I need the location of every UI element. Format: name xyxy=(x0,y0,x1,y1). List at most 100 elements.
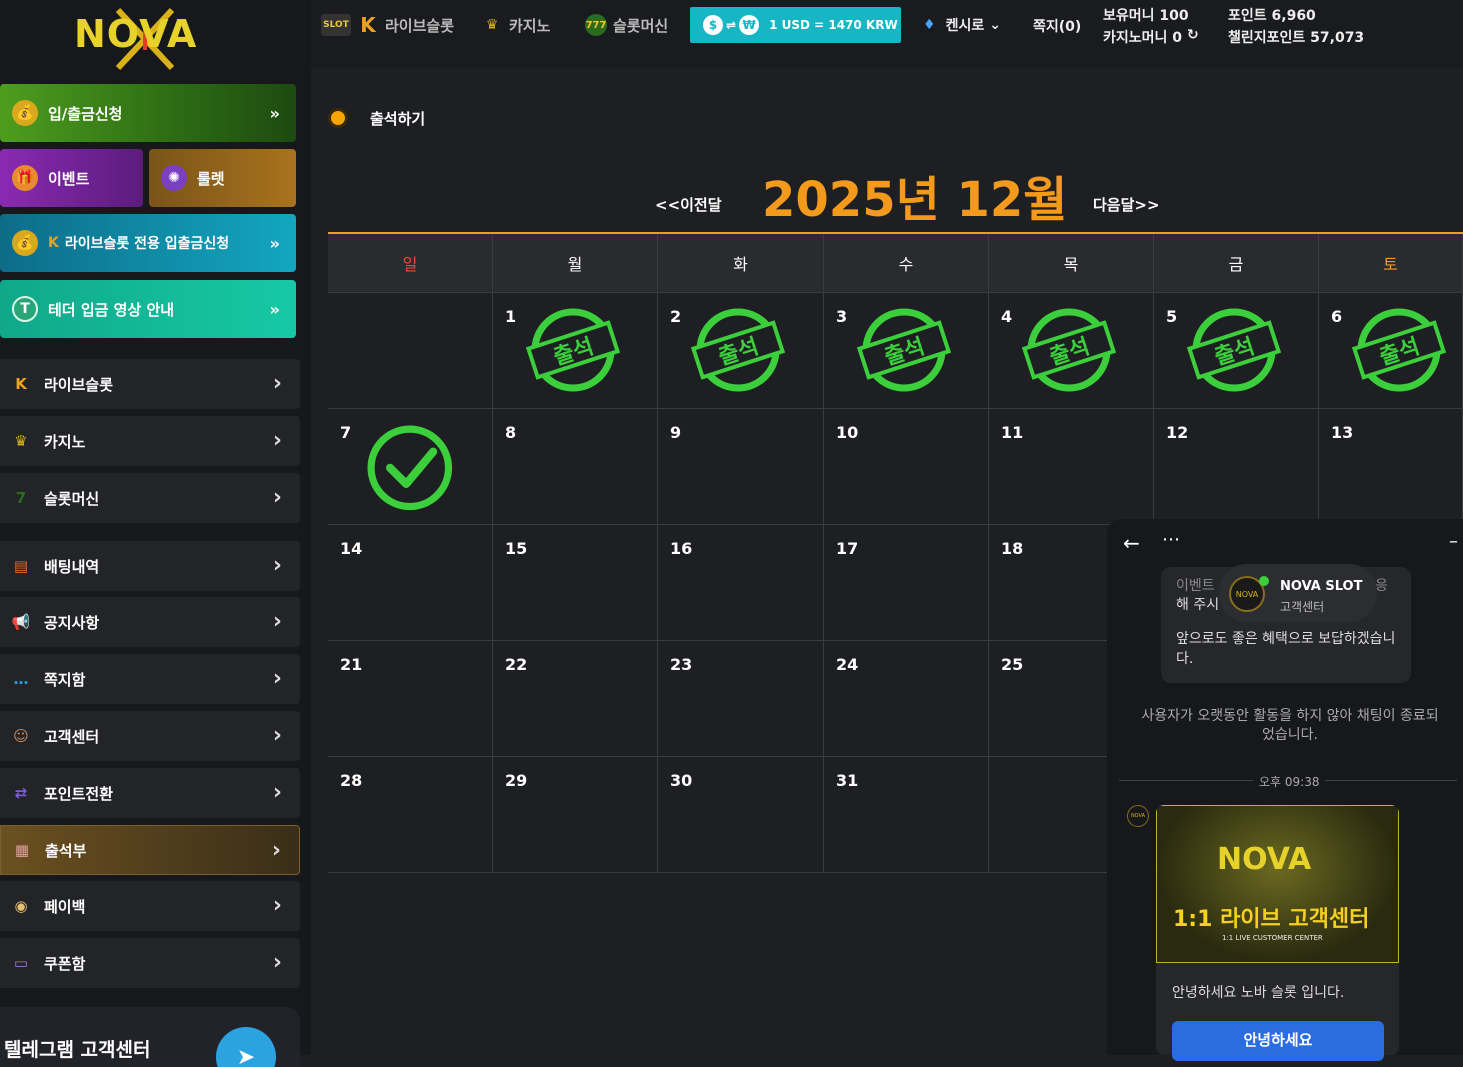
back-arrow-icon[interactable]: ← xyxy=(1123,531,1140,555)
chevron-right-icon: › xyxy=(272,780,282,805)
agent-small-avatar: NOVA xyxy=(1127,805,1149,827)
banner-title: 1:1 라이브 고객센터 xyxy=(1173,907,1370,932)
calendar-day-cell: 6 출석 xyxy=(1319,293,1463,409)
day-number: 7 xyxy=(340,423,352,442)
tether-icon: T xyxy=(12,296,38,322)
sidebar-item-9[interactable]: ◉ 페이백 › xyxy=(0,881,300,931)
chevron-right-icon: › xyxy=(272,485,282,510)
refresh-icon[interactable]: ↻ xyxy=(1187,27,1199,47)
calendar-day-cell: 13 xyxy=(1319,409,1463,525)
day-number: 11 xyxy=(1001,423,1024,442)
calendar-day-cell xyxy=(328,293,493,409)
sidebar-item-3[interactable]: ▤ 배팅내역 › xyxy=(0,541,300,591)
attendance-stamp-icon: 출석 xyxy=(690,308,786,392)
calendar-day-cell: 23 xyxy=(658,641,824,757)
sidebar-item-2[interactable]: 7 슬롯머신 › xyxy=(0,473,300,523)
minimize-icon[interactable]: – xyxy=(1449,531,1458,552)
calendar-day-cell: 8 xyxy=(493,409,658,525)
tether-guide-button[interactable]: T 테더 입금 영상 안내 » xyxy=(0,280,296,338)
sidebar-item-1[interactable]: ♛ 카지노 › xyxy=(0,416,300,466)
attendance-stamp-icon: 출석 xyxy=(1021,308,1117,392)
system-message: 사용자가 오랫동안 활동을 하지 않아 채팅이 종료되었습니다. xyxy=(1141,708,1439,743)
exchange-icon: ⇄ xyxy=(14,784,28,802)
cashier-label: 켄시로 xyxy=(945,18,985,34)
quick-reply-button[interactable]: 안녕하세요 xyxy=(1172,1021,1384,1061)
banner-subtitle: 1:1 LIVE CUSTOMER CENTER xyxy=(1222,934,1323,942)
sidebar-item-label: 공지사항 xyxy=(44,613,100,632)
nav-slot-machine[interactable]: 777 슬롯머신 xyxy=(585,14,668,36)
sidebar-item-4[interactable]: 📢 공지사항 › xyxy=(0,597,300,647)
calendar-header: 일월화수목금토 xyxy=(328,234,1463,293)
day-number: 16 xyxy=(670,539,693,558)
attendance-stamp-icon: 출석 xyxy=(1351,308,1447,392)
tether-label: 테더 입금 영상 안내 xyxy=(48,300,175,319)
sidebar-item-10[interactable]: ▭ 쿠폰함 › xyxy=(0,938,300,988)
sidebar-item-label: 슬롯머신 xyxy=(44,489,100,508)
messages-link[interactable]: 쪽지(0) xyxy=(1033,16,1081,36)
sidebar-item-6[interactable]: ☺ 고객센터 › xyxy=(0,711,300,761)
event-button[interactable]: 🎁 이벤트 xyxy=(0,149,143,207)
calendar-day-cell: 16 xyxy=(658,525,824,641)
prev-month-link[interactable]: <<이전달 xyxy=(655,194,722,215)
telegram-label: 텔레그램 고객센터 xyxy=(4,1039,151,1061)
nav-casino[interactable]: ♛ 카지노 xyxy=(481,14,551,36)
weekday-header: 월 xyxy=(493,234,658,293)
banner-logo: NOVA xyxy=(1217,842,1312,877)
day-number: 15 xyxy=(505,539,528,558)
nova-logo[interactable]: NOVA xyxy=(70,6,220,71)
sidebar-item-label: 포인트전환 xyxy=(44,784,114,803)
sidebar-item-label: 쿠폰함 xyxy=(44,954,86,973)
live-slot-deposit-button[interactable]: 💰 K 라이브슬롯 전용 입출금신청 » xyxy=(0,214,296,272)
calendar-day-cell: 10 xyxy=(824,409,989,525)
challenge-points-text: 챌린지포인트 57,073 xyxy=(1228,30,1365,46)
checkmark-icon xyxy=(367,425,453,511)
day-number: 2 xyxy=(670,307,682,326)
exchange-rate-text: 1 USD = 1470 KRW xyxy=(769,18,898,32)
more-options-icon[interactable]: ⋯ xyxy=(1162,529,1181,550)
support-banner-image: NOVA 1:1 라이브 고객센터 1:1 LIVE CUSTOMER CENT… xyxy=(1156,805,1399,963)
agent-card: NOVA NOVA SLOT 고객센터 xyxy=(1219,564,1377,622)
sidebar: NOVA 💰 입/출금신청 » 🎁 이벤트 ✺ 룰렛 💰 K 라이브슬롯 전용 … xyxy=(0,0,311,1067)
nav-live-slot[interactable]: SLOT K 라이브슬롯 xyxy=(321,13,454,37)
exchange-rate-badge: $ ⇌ ₩ 1 USD = 1470 KRW xyxy=(690,7,901,43)
roulette-label: 룰렛 xyxy=(197,169,225,188)
deposit-withdraw-button[interactable]: 💰 입/출금신청 » xyxy=(0,84,296,142)
attendance-calendar: 일월화수목금토 1 출석 2 출석 3 출석 4 출석 5 출석 6 출석 7 8 9 10 11 12 13 14 1… xyxy=(328,232,1463,873)
day-number: 24 xyxy=(836,655,859,674)
chevron-right-icon: › xyxy=(272,723,282,748)
day-number: 21 xyxy=(340,655,363,674)
calendar-day-cell: 11 xyxy=(989,409,1154,525)
telegram-support-banner[interactable]: 텔레그램 고객센터 ➤ xyxy=(0,1007,300,1067)
day-number: 25 xyxy=(1001,655,1024,674)
calendar-day-cell: 30 xyxy=(658,757,824,873)
chevron-down-icon: ⌄ xyxy=(989,17,1001,33)
next-month-link[interactable]: 다음달>> xyxy=(1093,194,1160,215)
attendance-stamp-icon: 출석 xyxy=(525,308,621,392)
sidebar-item-0[interactable]: K 라이브슬롯 › xyxy=(0,359,300,409)
chevron-right-icon: › xyxy=(272,428,282,453)
swap-icon: ⇌ xyxy=(726,18,737,32)
deposit-label: 입/출금신청 xyxy=(48,104,123,123)
weekday-header: 수 xyxy=(824,234,989,293)
day-number: 8 xyxy=(505,423,517,442)
roulette-button[interactable]: ✺ 룰렛 xyxy=(149,149,296,207)
chevron-right-icon: › xyxy=(272,950,282,975)
calendar-day-cell: 21 xyxy=(328,641,493,757)
message-icon: … xyxy=(13,670,29,688)
sidebar-item-5[interactable]: … 쪽지함 › xyxy=(0,654,300,704)
roulette-icon: ✺ xyxy=(161,165,187,191)
calendar-day-cell: 29 xyxy=(493,757,658,873)
sidebar-item-7[interactable]: ⇄ 포인트전환 › xyxy=(0,768,300,818)
double-chevron-icon: » xyxy=(269,299,280,319)
calendar-day-cell: 17 xyxy=(824,525,989,641)
calendar-day-cell: 14 xyxy=(328,525,493,641)
weekday-header: 금 xyxy=(1154,234,1319,293)
online-status-icon xyxy=(1259,576,1269,586)
sidebar-item-8[interactable]: ▦ 출석부 › xyxy=(0,825,300,875)
day-number: 17 xyxy=(836,539,859,558)
sidebar-item-label: 라이브슬롯 xyxy=(44,375,114,394)
event-label: 이벤트 xyxy=(48,169,90,188)
cashier-dropdown[interactable]: ♦ 켄시로 ⌄ xyxy=(923,15,1001,35)
day-number: 3 xyxy=(836,307,848,326)
rank-icon: ♦ xyxy=(923,17,936,33)
